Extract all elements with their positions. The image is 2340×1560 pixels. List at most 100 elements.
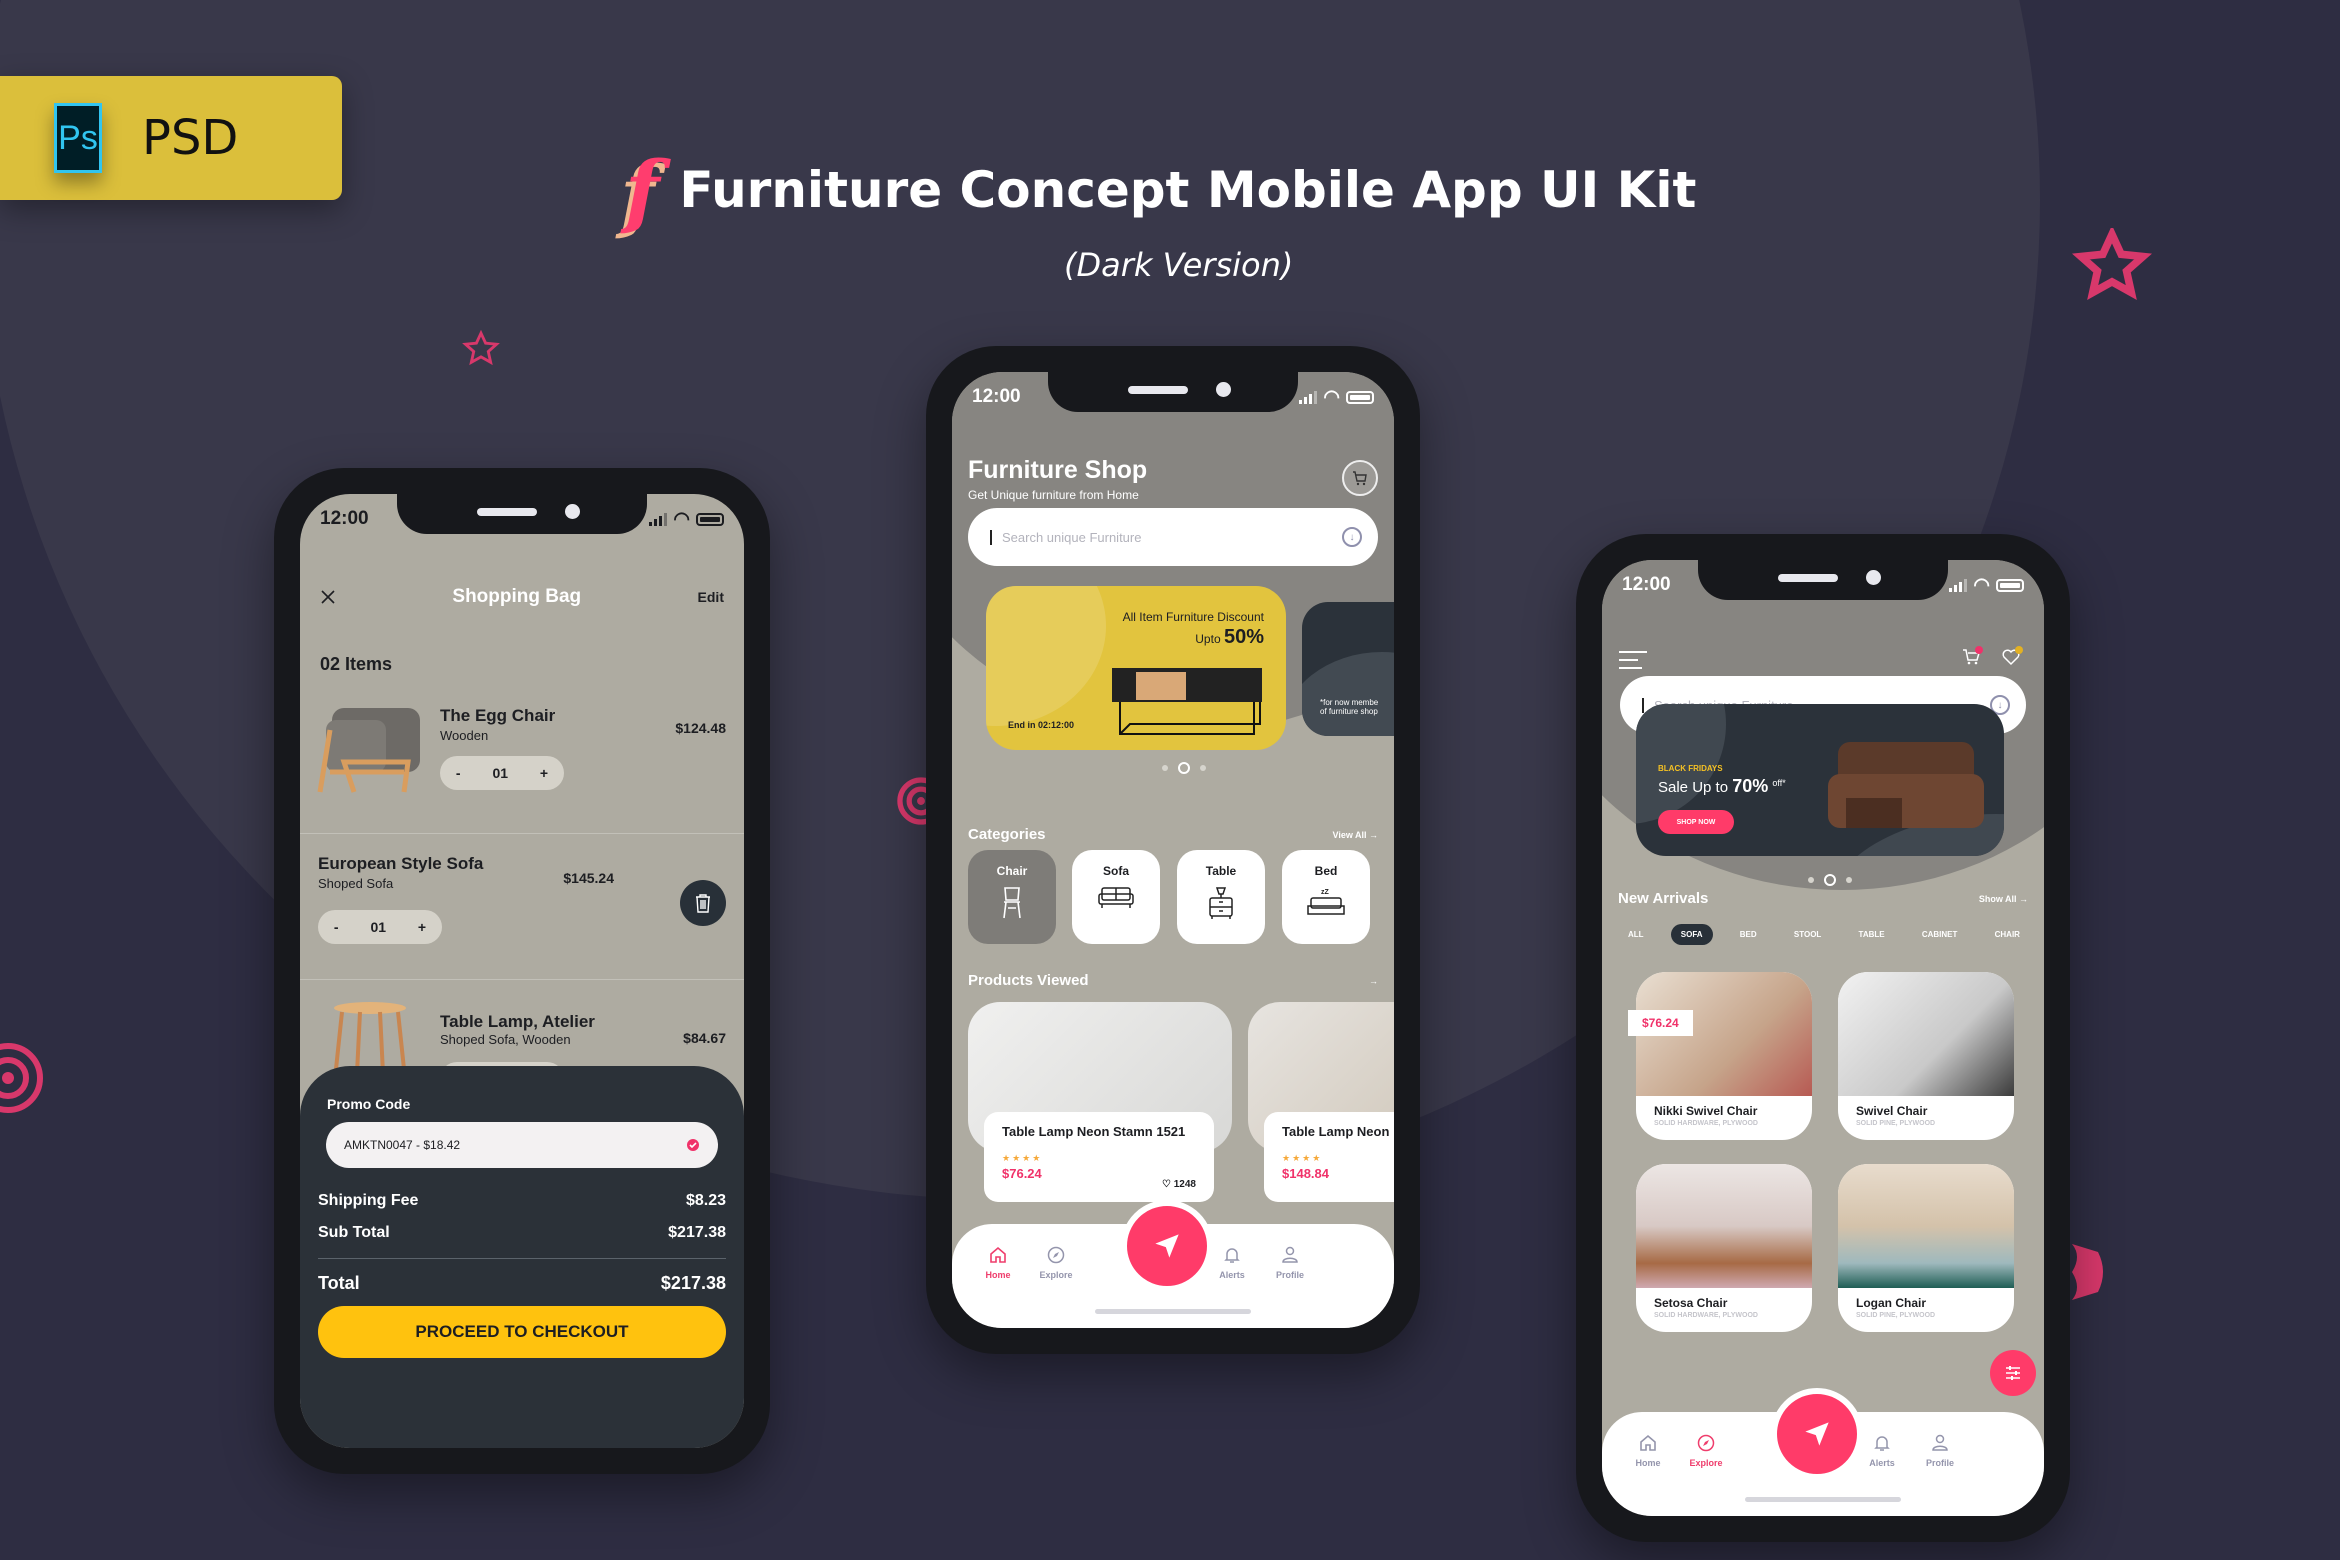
filter-button[interactable] xyxy=(1990,1350,2036,1396)
tab-home[interactable]: Home xyxy=(1618,1434,1678,1468)
tab-alerts[interactable]: Alerts xyxy=(1852,1434,1912,1468)
filter-stool[interactable]: STOOL xyxy=(1784,924,1831,945)
product-name: Table Lamp Neon xyxy=(1282,1124,1390,1139)
arrival-card[interactable]: $76.24 Nikki Swivel Chair SOLID HARDWARE… xyxy=(1628,972,1812,1140)
status-bar: 12:00 ◠ xyxy=(1622,574,2024,597)
star-outline-icon xyxy=(2072,228,2152,301)
category-sofa[interactable]: Sofa xyxy=(1072,850,1160,944)
black-friday-banner[interactable]: BLACK FRIDAYS Sale Up to 70% off* SHOP N… xyxy=(1636,704,2004,856)
promo-code-value: AMKTN0047 - $18.42 xyxy=(344,1138,461,1152)
product-card[interactable]: Table Lamp Neon Stamn 1521 ★★★★ $76.24 ♡… xyxy=(968,1002,1232,1202)
item-subtitle: Shoped Sofa, Wooden xyxy=(440,1032,571,1047)
checkout-button[interactable]: PROCEED TO CHECKOUT xyxy=(318,1306,726,1358)
tab-home[interactable]: Home xyxy=(968,1246,1028,1280)
close-icon[interactable] xyxy=(320,589,336,605)
nightstand-icon xyxy=(1209,887,1233,919)
navigation-arrow-icon xyxy=(1805,1422,1829,1446)
shop-now-button[interactable]: SHOP NOW xyxy=(1658,810,1734,834)
compass-icon xyxy=(1697,1434,1715,1452)
new-arrivals-title: New Arrivals xyxy=(1618,890,1709,907)
likes-count[interactable]: ♡ 1248 xyxy=(1162,1179,1196,1190)
header-title: f Furniture Concept Mobile App UI Kit xyxy=(625,150,1696,230)
arrival-card[interactable]: Setosa Chair SOLID HARDWARE, PLYWOOD xyxy=(1636,1164,1812,1332)
filter-bed[interactable]: BED xyxy=(1730,924,1767,945)
shipping-value: $8.23 xyxy=(685,1192,726,1209)
menu-icon[interactable] xyxy=(1618,650,1648,670)
home-icon xyxy=(1640,1434,1656,1451)
member-banner[interactable]: *for now membe of furniture shop xyxy=(1302,602,1394,736)
category-bed[interactable]: Bed zZ xyxy=(1282,850,1370,944)
discount-banner[interactable]: All Item Furniture Discount Upto 50% End… xyxy=(986,586,1286,750)
bottom-nav: Home Explore Alerts Profile xyxy=(1602,1388,2044,1516)
show-all-link[interactable]: Show All → xyxy=(1979,894,2028,904)
item-name: The Egg Chair xyxy=(440,706,556,725)
filter-chair[interactable]: CHAIR xyxy=(1985,924,2030,945)
filter-sofa[interactable]: SOFA xyxy=(1670,924,1713,945)
cart-icon[interactable] xyxy=(1962,646,1984,666)
promo-code-input[interactable]: AMKTN0047 - $18.42 xyxy=(326,1122,718,1168)
increase-button[interactable]: + xyxy=(540,765,548,781)
decrease-button[interactable]: - xyxy=(334,919,339,935)
item-subtitle: Wooden xyxy=(440,728,489,743)
delete-button[interactable] xyxy=(680,880,726,926)
arrival-card[interactable]: Swivel Chair SOLID PINE, PLYWOOD xyxy=(1838,972,2014,1140)
explore-screen: 12:00 ◠ Search unique Furniture ↓ BLACK … xyxy=(1602,560,2044,1516)
categories-header: Categories View All → xyxy=(968,826,1378,843)
category-table[interactable]: Table xyxy=(1177,850,1265,944)
trash-icon xyxy=(696,894,710,913)
status-time: 12:00 xyxy=(320,508,369,529)
increase-button[interactable]: + xyxy=(418,919,426,935)
item-count: 02 Items xyxy=(320,654,393,674)
navigate-button[interactable] xyxy=(1121,1200,1213,1292)
user-icon xyxy=(1932,1434,1948,1451)
tab-profile[interactable]: Profile xyxy=(1260,1246,1320,1280)
arrival-material: SOLID HARDWARE, PLYWOOD xyxy=(1654,1312,1758,1319)
psd-badge: Ps PSD xyxy=(0,76,342,200)
rating-stars: ★★★★ xyxy=(1002,1153,1043,1163)
price-tag: $76.24 xyxy=(1628,1010,1693,1036)
quantity-value: 01 xyxy=(492,765,509,781)
rating-stars: ★★★★ xyxy=(1282,1153,1323,1163)
shopping-bag-screen: 12:00 ◠ Shopping Bag Edit 02 Items The E… xyxy=(300,494,744,1448)
cart-button[interactable] xyxy=(1342,460,1378,496)
total-value: $217.38 xyxy=(660,1273,726,1293)
arrival-image xyxy=(1636,1164,1812,1288)
tab-alerts[interactable]: Alerts xyxy=(1202,1246,1262,1280)
phone-home: 12:00 ◠ Furniture Shop Get Unique furnit… xyxy=(926,346,1420,1354)
arrival-card[interactable]: Logan Chair SOLID PINE, PLYWOOD xyxy=(1838,1164,2014,1332)
item-name: Table Lamp, Atelier xyxy=(440,1012,595,1031)
tab-explore[interactable]: Explore xyxy=(1676,1434,1736,1468)
sofa-icon xyxy=(1098,887,1134,908)
arrival-name: Setosa Chair xyxy=(1654,1296,1728,1310)
product-card[interactable]: Table Lamp Neon ★★★★ $148.84 xyxy=(1248,1002,1394,1202)
search-input[interactable]: Search unique Furniture ↓ xyxy=(968,508,1378,566)
item-price: $84.67 xyxy=(683,1030,726,1046)
filter-cabinet[interactable]: CABINET xyxy=(1912,924,1968,945)
bed-icon: zZ xyxy=(1307,889,1345,915)
page-title: Furniture Concept Mobile App UI Kit xyxy=(679,161,1697,219)
tab-explore[interactable]: Explore xyxy=(1026,1246,1086,1280)
sale-text: Sale Up to 70% off* xyxy=(1658,776,1786,796)
arrival-name: Logan Chair xyxy=(1856,1296,1927,1310)
navigate-button[interactable] xyxy=(1771,1388,1863,1480)
signal-icon xyxy=(1299,391,1318,404)
arrival-material: SOLID PINE, PLYWOOD xyxy=(1856,1120,1936,1127)
arrival-image xyxy=(1838,1164,2014,1288)
tab-profile[interactable]: Profile xyxy=(1910,1434,1970,1468)
edit-button[interactable]: Edit xyxy=(698,589,724,605)
filter-table[interactable]: TABLE xyxy=(1849,924,1895,945)
wishlist-heart-icon[interactable] xyxy=(2002,646,2024,666)
divider xyxy=(318,1258,726,1259)
decrease-button[interactable]: - xyxy=(456,765,461,781)
psd-label: PSD xyxy=(142,110,239,166)
member-text: *for now membe of furniture shop xyxy=(1320,698,1379,716)
item-name: European Style Sofa xyxy=(318,854,484,873)
filter-all[interactable]: ALL xyxy=(1618,924,1654,945)
home-icon xyxy=(990,1246,1006,1263)
product-price: $148.84 xyxy=(1282,1166,1329,1181)
view-all-link[interactable]: View All → xyxy=(1332,830,1378,840)
products-viewed-arrow[interactable]: → xyxy=(1369,976,1378,986)
category-chair[interactable]: Chair xyxy=(968,850,1056,944)
microphone-icon[interactable]: ↓ xyxy=(1342,527,1362,547)
item-price: $124.48 xyxy=(675,720,726,736)
